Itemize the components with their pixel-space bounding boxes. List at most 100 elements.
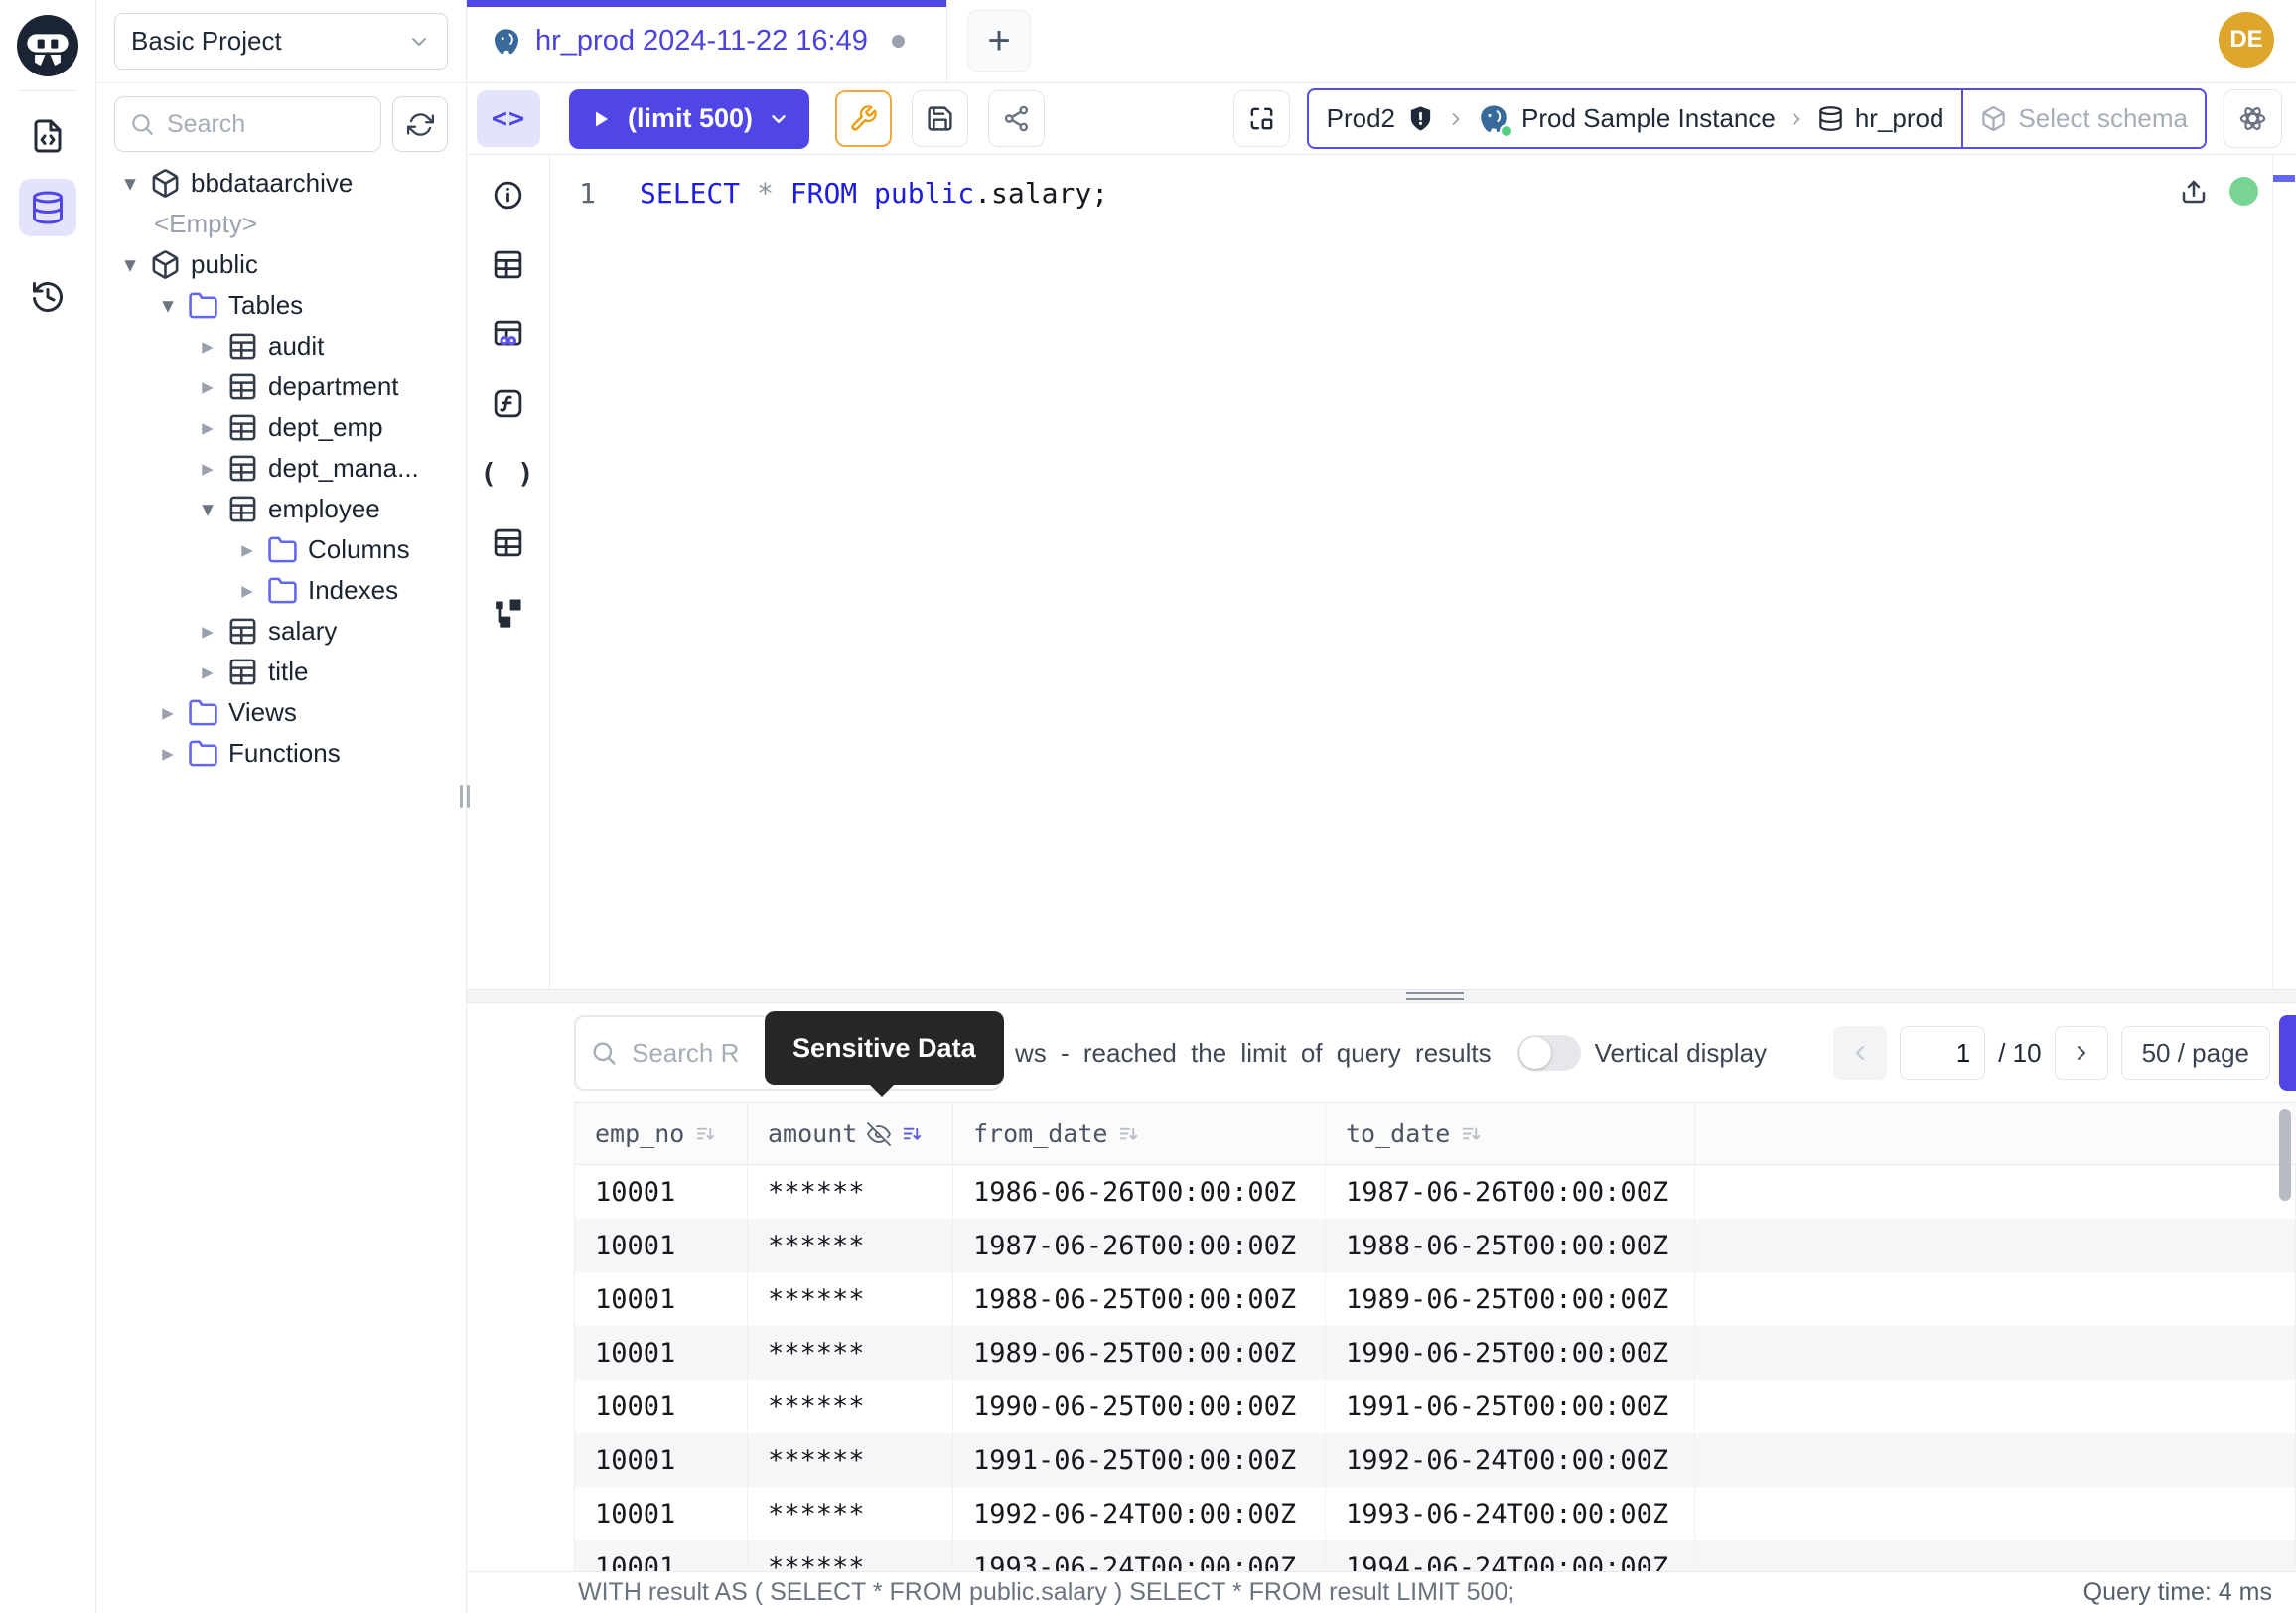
cell-masked[interactable]: ****** bbox=[748, 1165, 953, 1219]
caret-right-icon[interactable] bbox=[157, 740, 179, 767]
code-line-1[interactable]: 1 SELECT * FROM public.salary; bbox=[550, 155, 2296, 215]
column-header-from-date[interactable]: from_date bbox=[953, 1103, 1326, 1164]
share-worksheet-button[interactable] bbox=[988, 90, 1045, 147]
tree-node-table[interactable]: salary bbox=[96, 611, 466, 652]
cell[interactable]: 1992-06-24T00:00:00Z bbox=[1326, 1433, 1695, 1487]
table-data-preview-button[interactable] bbox=[492, 318, 524, 351]
cell[interactable]: 1993-06-24T00:00:00Z bbox=[953, 1540, 1326, 1571]
tree-node-database[interactable]: bbdataarchive bbox=[96, 163, 466, 204]
upload-sql-button[interactable] bbox=[2179, 177, 2209, 207]
cell[interactable]: 1987-06-26T00:00:00Z bbox=[1326, 1165, 1695, 1219]
caret-down-icon[interactable] bbox=[119, 170, 141, 197]
format-sql-button[interactable] bbox=[835, 90, 892, 147]
cell[interactable]: 1991-06-25T00:00:00Z bbox=[953, 1433, 1326, 1487]
ai-assistant-button[interactable] bbox=[2224, 89, 2282, 148]
partitions-panel-button[interactable] bbox=[492, 526, 524, 559]
add-tab-button[interactable]: + bbox=[967, 10, 1031, 72]
cell[interactable]: 10001 bbox=[575, 1380, 748, 1433]
editor-results-splitter[interactable] bbox=[467, 989, 2296, 1003]
select-schema-button[interactable]: Select schema bbox=[1963, 90, 2205, 147]
cell[interactable]: 1990-06-25T00:00:00Z bbox=[1326, 1326, 1695, 1380]
cell-masked[interactable]: ****** bbox=[748, 1433, 953, 1487]
save-worksheet-button[interactable] bbox=[912, 90, 968, 147]
splitter-grip[interactable] bbox=[1406, 992, 1464, 1000]
caret-right-icon[interactable] bbox=[197, 659, 218, 685]
cell[interactable]: 10001 bbox=[575, 1540, 748, 1571]
tree-node-tables[interactable]: Tables bbox=[96, 285, 466, 326]
worksheets-nav-button[interactable] bbox=[19, 107, 76, 165]
sort-icon[interactable] bbox=[1460, 1122, 1483, 1145]
cell-masked[interactable]: ****** bbox=[748, 1219, 953, 1272]
caret-down-icon[interactable] bbox=[197, 496, 218, 522]
caret-down-icon[interactable] bbox=[157, 292, 179, 319]
tree-node-columns[interactable]: Columns bbox=[96, 529, 466, 570]
cell[interactable]: 1989-06-25T00:00:00Z bbox=[953, 1326, 1326, 1380]
caret-right-icon[interactable] bbox=[197, 373, 218, 400]
tree-node-table[interactable]: audit bbox=[96, 326, 466, 367]
editor-scrollbar[interactable] bbox=[2272, 155, 2296, 989]
table-info-button[interactable] bbox=[492, 248, 524, 281]
sort-icon[interactable] bbox=[901, 1122, 924, 1145]
connection-selector[interactable]: Prod2 Prod Sample Instance hr_prod bbox=[1309, 90, 1962, 147]
sort-icon[interactable] bbox=[1117, 1122, 1140, 1145]
caret-right-icon[interactable] bbox=[197, 618, 218, 645]
cell[interactable]: 1988-06-25T00:00:00Z bbox=[1326, 1219, 1695, 1272]
page-size-select[interactable]: 50 / page bbox=[2121, 1026, 2270, 1080]
cell-masked[interactable]: ****** bbox=[748, 1272, 953, 1326]
run-query-button[interactable]: (limit 500) bbox=[569, 89, 809, 149]
tree-node-indexes[interactable]: Indexes bbox=[96, 570, 466, 611]
caret-right-icon[interactable] bbox=[157, 699, 179, 726]
worksheet-tab[interactable]: hr_prod 2024-11-22 16:49 bbox=[467, 0, 947, 82]
sql-editor[interactable]: 1 SELECT * FROM public.salary; bbox=[550, 155, 2296, 989]
functions-panel-button[interactable] bbox=[492, 387, 524, 420]
cell-masked[interactable]: ****** bbox=[748, 1487, 953, 1540]
sort-icon[interactable] bbox=[694, 1122, 717, 1145]
user-avatar[interactable]: DE bbox=[2219, 12, 2274, 68]
caret-right-icon[interactable] bbox=[236, 577, 258, 604]
sidebar-resize-handle[interactable] bbox=[460, 785, 470, 808]
batch-query-button[interactable] bbox=[1233, 90, 1290, 147]
cell[interactable]: 1987-06-26T00:00:00Z bbox=[953, 1219, 1326, 1272]
column-header-emp-no[interactable]: emp_no bbox=[575, 1103, 748, 1164]
cell[interactable]: 1991-06-25T00:00:00Z bbox=[1326, 1380, 1695, 1433]
cell[interactable]: 10001 bbox=[575, 1326, 748, 1380]
tree-node-table[interactable]: title bbox=[96, 652, 466, 692]
chevron-down-icon[interactable] bbox=[768, 108, 789, 130]
tree-node-functions[interactable]: Functions bbox=[96, 733, 466, 774]
cell[interactable]: 1988-06-25T00:00:00Z bbox=[953, 1272, 1326, 1326]
panel-toggle-button[interactable]: <> bbox=[477, 90, 540, 147]
vertical-display-toggle[interactable] bbox=[1517, 1035, 1581, 1071]
history-nav-button[interactable] bbox=[19, 268, 76, 326]
tree-node-table[interactable]: dept_emp bbox=[96, 407, 466, 448]
next-page-button[interactable] bbox=[2055, 1026, 2108, 1080]
export-button-edge[interactable] bbox=[2279, 1015, 2296, 1091]
cell[interactable]: 1986-06-26T00:00:00Z bbox=[953, 1165, 1326, 1219]
tree-node-table[interactable]: employee bbox=[96, 489, 466, 529]
refresh-schema-button[interactable] bbox=[392, 96, 448, 152]
cell[interactable]: 1989-06-25T00:00:00Z bbox=[1326, 1272, 1695, 1326]
column-header-to-date[interactable]: to_date bbox=[1326, 1103, 1695, 1164]
tree-node-views[interactable]: Views bbox=[96, 692, 466, 733]
info-panel-button[interactable] bbox=[492, 179, 524, 212]
er-diagram-button[interactable] bbox=[492, 596, 524, 629]
cell-masked[interactable]: ****** bbox=[748, 1380, 953, 1433]
cell[interactable]: 10001 bbox=[575, 1219, 748, 1272]
tree-node-table[interactable]: dept_mana... bbox=[96, 448, 466, 489]
project-select[interactable]: Basic Project bbox=[114, 13, 448, 70]
cell[interactable]: 10001 bbox=[575, 1433, 748, 1487]
page-number-input[interactable]: 1 bbox=[1900, 1026, 1985, 1080]
caret-down-icon[interactable] bbox=[119, 251, 141, 278]
caret-right-icon[interactable] bbox=[197, 333, 218, 360]
tree-node-schema[interactable]: public bbox=[96, 244, 466, 285]
cell[interactable]: 1992-06-24T00:00:00Z bbox=[953, 1487, 1326, 1540]
cell[interactable]: 10001 bbox=[575, 1165, 748, 1219]
cell[interactable]: 1990-06-25T00:00:00Z bbox=[953, 1380, 1326, 1433]
cell[interactable]: 1994-06-24T00:00:00Z bbox=[1326, 1540, 1695, 1571]
caret-right-icon[interactable] bbox=[197, 455, 218, 482]
eye-off-icon[interactable] bbox=[867, 1122, 891, 1146]
cell-masked[interactable]: ****** bbox=[748, 1540, 953, 1571]
column-header-amount[interactable]: amount bbox=[748, 1103, 953, 1164]
caret-right-icon[interactable] bbox=[197, 414, 218, 441]
cell-masked[interactable]: ****** bbox=[748, 1326, 953, 1380]
results-scrollbar-thumb[interactable] bbox=[2279, 1109, 2291, 1201]
